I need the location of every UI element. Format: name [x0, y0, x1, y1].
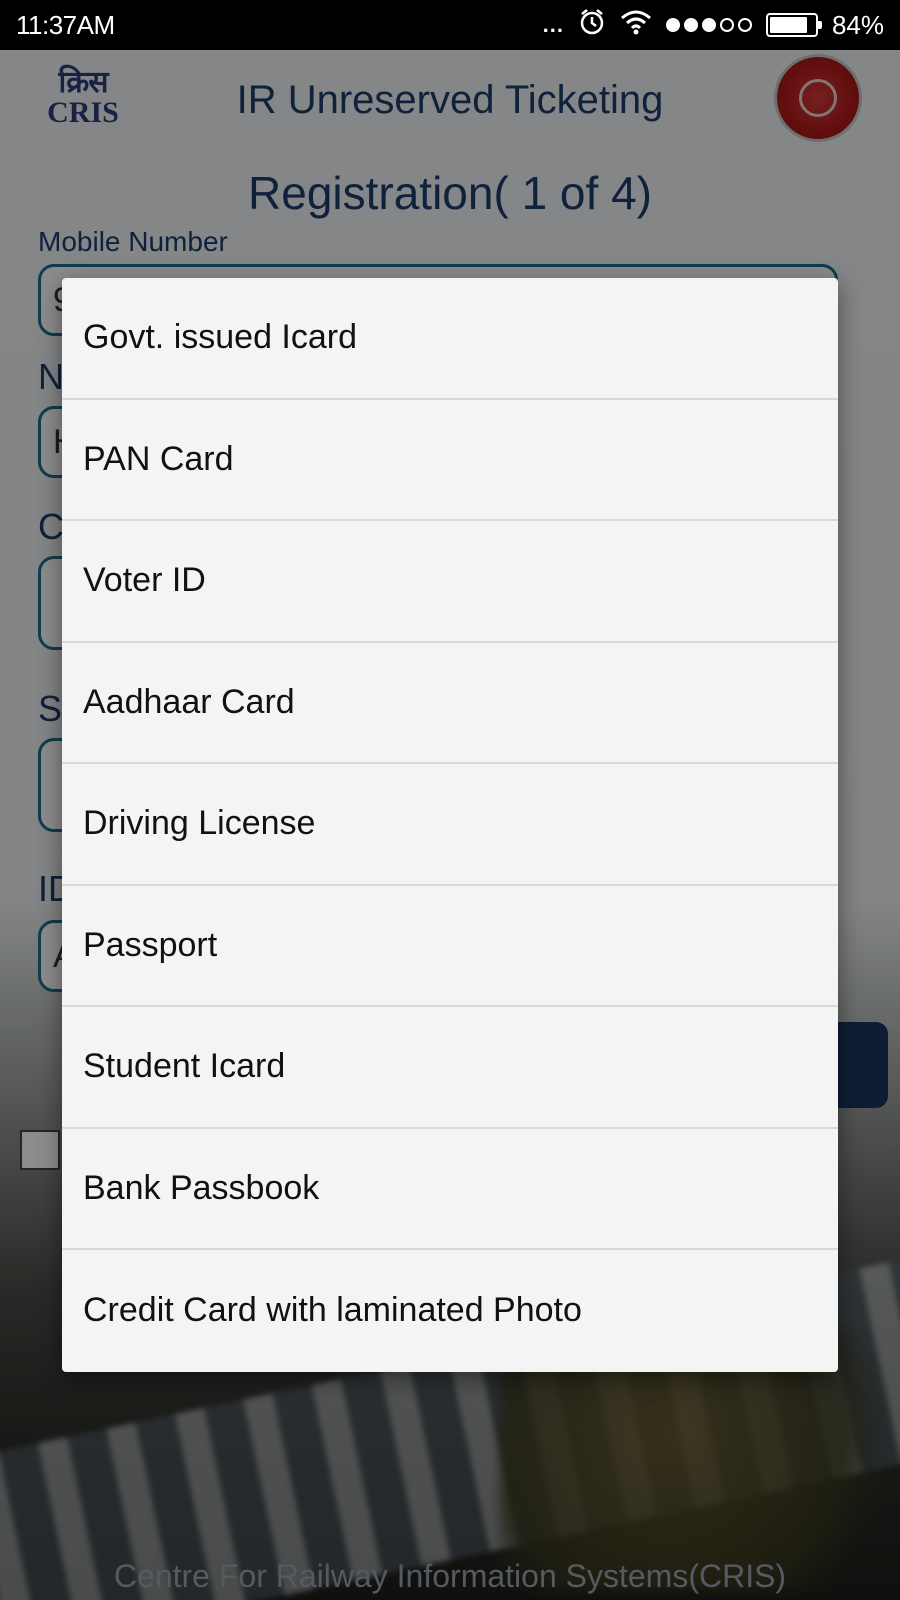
status-bar: 11:37AM ... 84% — [0, 0, 900, 50]
option-passport[interactable]: Passport — [62, 886, 838, 1007]
option-credit-card-laminated-photo[interactable]: Credit Card with laminated Photo — [62, 1250, 838, 1372]
id-type-dialog: Govt. issued Icard PAN Card Voter ID Aad… — [62, 278, 838, 1372]
status-time: 11:37AM — [16, 9, 115, 40]
option-driving-license[interactable]: Driving License — [62, 764, 838, 886]
option-aadhaar-card[interactable]: Aadhaar Card — [62, 643, 838, 764]
signal-strength-icon — [665, 18, 752, 32]
option-pan-card[interactable]: PAN Card — [62, 400, 838, 521]
more-notifications-icon: ... — [542, 12, 564, 37]
status-icons: ... 84% — [543, 8, 884, 43]
option-govt-issued-icard[interactable]: Govt. issued Icard — [62, 278, 838, 400]
wifi-icon — [620, 9, 652, 42]
battery-icon — [765, 13, 822, 37]
alarm-icon — [578, 8, 606, 43]
option-bank-passbook[interactable]: Bank Passbook — [62, 1129, 838, 1250]
option-student-icard[interactable]: Student Icard — [62, 1007, 838, 1129]
battery-percent: 84% — [831, 9, 884, 40]
option-voter-id[interactable]: Voter ID — [62, 521, 838, 643]
